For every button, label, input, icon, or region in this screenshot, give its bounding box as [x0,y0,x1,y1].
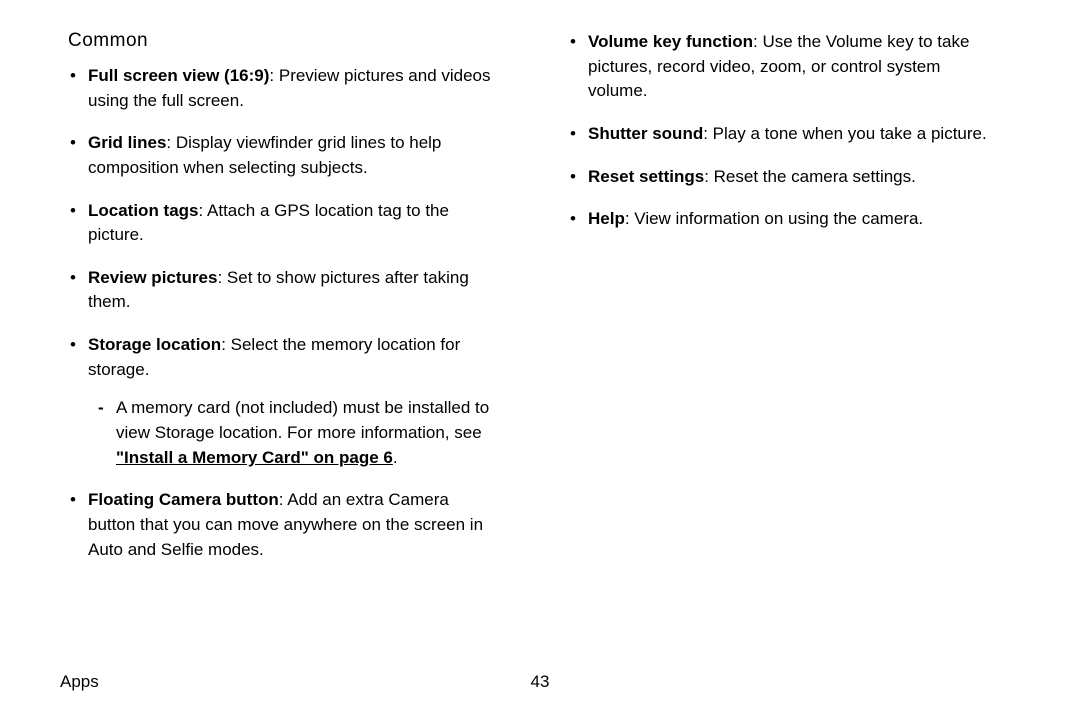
list-item: Grid lines: Display viewfinder grid line… [60,131,500,180]
left-column: Common Full screen view (16:9): Preview … [60,30,500,580]
item-term: Grid lines [88,133,166,152]
sub-text-pre: A memory card (not included) must be ins… [116,398,489,442]
item-term: Reset settings [588,167,704,186]
item-term: Full screen view (16:9) [88,66,269,85]
cross-reference-link[interactable]: "Install a Memory Card" on page 6 [116,448,393,467]
item-desc: : Play a tone when you take a picture. [703,124,987,143]
list-item: Shutter sound: Play a tone when you take… [560,122,1000,147]
item-term: Shutter sound [588,124,703,143]
list-item: Location tags: Attach a GPS location tag… [60,199,500,248]
right-bullet-list: Volume key function: Use the Volume key … [560,30,1000,232]
item-desc: : View information on using the camera. [625,209,923,228]
list-item: Help: View information on using the came… [560,207,1000,232]
list-item: Floating Camera button: Add an extra Cam… [60,488,500,562]
sub-list: A memory card (not included) must be ins… [88,396,500,470]
item-term: Help [588,209,625,228]
footer-section-label: Apps [60,672,99,692]
left-bullet-list: Full screen view (16:9): Preview picture… [60,64,500,562]
right-column: Volume key function: Use the Volume key … [560,30,1000,580]
sub-list-item: A memory card (not included) must be ins… [88,396,500,470]
item-desc: : Reset the camera settings. [704,167,916,186]
footer-page-number: 43 [531,672,550,692]
item-term: Storage location [88,335,221,354]
list-item: Full screen view (16:9): Preview picture… [60,64,500,113]
list-item: Review pictures: Set to show pictures af… [60,266,500,315]
page-footer: Apps 43 [60,672,1020,692]
sub-text-post: . [393,448,398,467]
section-heading: Common [68,30,500,52]
list-item: Storage location: Select the memory loca… [60,333,500,470]
item-term: Location tags [88,201,199,220]
list-item: Reset settings: Reset the camera setting… [560,165,1000,190]
item-term: Floating Camera button [88,490,279,509]
document-page: Common Full screen view (16:9): Preview … [0,0,1080,720]
item-term: Volume key function [588,32,753,51]
item-term: Review pictures [88,268,217,287]
list-item: Volume key function: Use the Volume key … [560,30,1000,104]
two-column-layout: Common Full screen view (16:9): Preview … [60,30,1020,580]
